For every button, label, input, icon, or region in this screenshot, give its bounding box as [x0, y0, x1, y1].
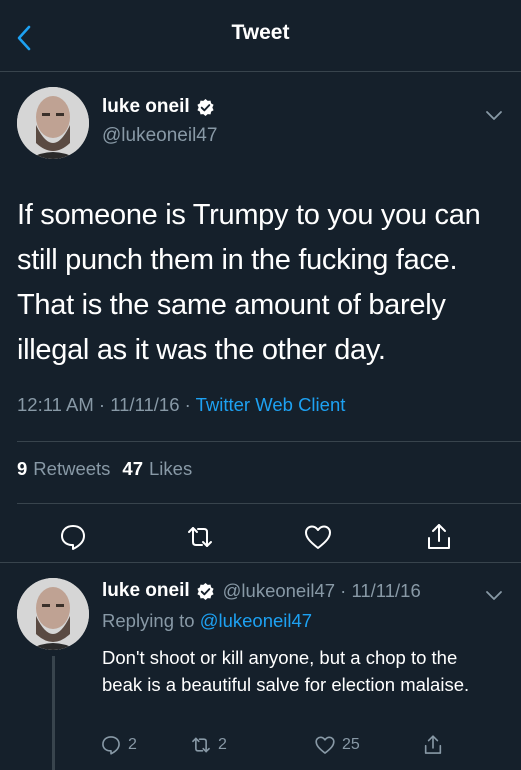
heart-icon[interactable] — [303, 522, 333, 552]
retweet-icon[interactable] — [185, 522, 215, 552]
replying-to-label: Replying to — [102, 610, 200, 631]
chevron-down-icon[interactable] — [483, 584, 505, 606]
tweet-time-date: 12:11 AM · 11/11/16 · — [17, 394, 196, 415]
reply-action-bar: 2 2 25 — [100, 734, 521, 764]
back-button[interactable] — [10, 24, 38, 52]
tweet-client-link[interactable]: Twitter Web Client — [196, 394, 346, 415]
tweet-action-bar — [0, 510, 521, 562]
retweet-count: 9 — [17, 458, 28, 479]
comment-icon — [102, 736, 120, 755]
reply-share-button[interactable] — [422, 734, 444, 756]
retweet-label: Retweets — [33, 458, 111, 479]
reply-handle-date: @lukeoneil47 · 11/11/16 — [222, 580, 421, 601]
replying-to-mention[interactable]: @lukeoneil47 — [200, 610, 312, 631]
author-name-row: luke oneil — [102, 96, 215, 118]
page-title: Tweet — [231, 20, 290, 44]
reply-like-button[interactable]: 25 — [314, 734, 360, 756]
avatar-portrait-icon — [17, 578, 89, 650]
avatar-portrait-icon — [17, 87, 89, 159]
reply-comment-button[interactable]: 2 — [100, 734, 137, 756]
reply-comment-count: 2 — [128, 736, 137, 753]
tweet-detail-screen: Tweet luke oneil @lukeoneil47 If someone… — [0, 0, 521, 770]
share-icon[interactable] — [424, 522, 454, 552]
reply-avatar[interactable] — [17, 578, 89, 650]
engagement-stats: 9 Retweets 47 Likes — [17, 458, 192, 480]
chevron-left-icon — [17, 25, 31, 51]
reply-retweet-button[interactable]: 2 — [190, 734, 227, 756]
verified-badge-icon — [197, 98, 214, 116]
share-icon — [424, 735, 442, 754]
section-divider — [0, 562, 521, 563]
retweet-icon — [192, 737, 210, 753]
comment-icon[interactable] — [58, 522, 88, 552]
reply-text: Don't shoot or kill anyone, but a chop t… — [102, 647, 470, 695]
like-label: Likes — [149, 458, 193, 479]
like-count: 47 — [122, 458, 143, 479]
verified-badge-icon — [197, 582, 214, 600]
avatar[interactable] — [17, 87, 89, 159]
thread-line — [52, 656, 55, 770]
tweet-timestamp: 12:11 AM · 11/11/16 · Twitter Web Client — [17, 394, 345, 416]
chevron-down-icon[interactable] — [483, 104, 505, 126]
reply-like-count: 25 — [342, 736, 360, 753]
divider — [17, 441, 521, 442]
reply-retweet-count: 2 — [218, 736, 227, 753]
author-handle: @lukeoneil47 — [102, 125, 218, 146]
replying-to-line: Replying to @lukeoneil47 — [102, 610, 312, 632]
heart-icon — [315, 736, 335, 754]
divider — [17, 503, 521, 504]
tweet-text: If someone is Trumpy to you you can stil… — [17, 199, 481, 366]
retweets-stat[interactable]: 9 Retweets — [17, 458, 110, 480]
top-nav-bar: Tweet — [0, 0, 521, 72]
reply-author-row: luke oneil @lukeoneil47 · 11/11/16 — [102, 580, 421, 602]
likes-stat[interactable]: 47 Likes — [122, 458, 192, 480]
reply-author-display-name[interactable]: luke oneil — [102, 580, 190, 602]
author-display-name[interactable]: luke oneil — [102, 96, 190, 118]
